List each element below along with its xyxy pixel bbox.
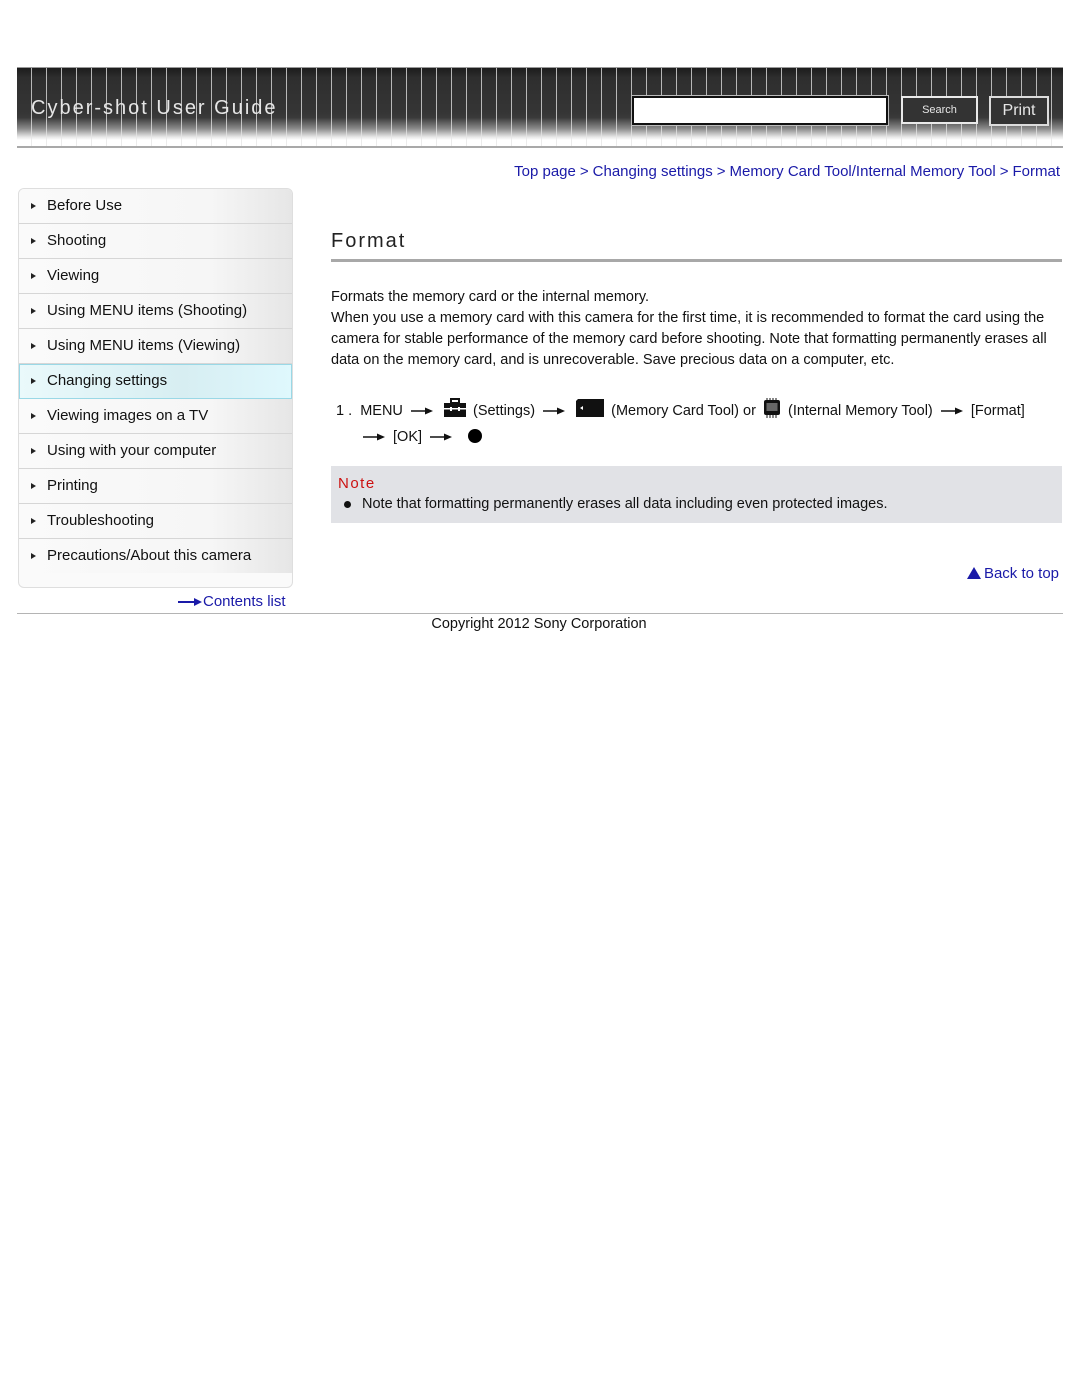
caret-right-icon — [31, 413, 36, 419]
header-banner: Cyber-shot User Guide Search Print — [17, 67, 1063, 148]
back-to-top-link[interactable]: Back to top — [966, 565, 1059, 582]
step-settings: (Settings) — [472, 403, 536, 419]
breadcrumb-changing-settings[interactable]: Changing settings — [593, 163, 713, 180]
contents-list-label: Contents list — [203, 593, 286, 610]
internal-memory-icon — [763, 398, 780, 418]
caret-right-icon — [31, 308, 36, 314]
breadcrumb-format[interactable]: Format — [1012, 163, 1060, 180]
back-to-top-label: Back to top — [983, 565, 1059, 582]
settings-toolbox-icon — [443, 398, 466, 417]
intro-text: Formats the memory card or the internal … — [331, 289, 650, 305]
step-ok: [OK] — [393, 429, 423, 445]
sidebar-item-label: Precautions/About this camera — [47, 547, 252, 564]
step-internal-memory-tool: (Internal Memory Tool) — [787, 403, 933, 419]
arrow-right-icon — [940, 407, 963, 415]
sidebar-item-before-use[interactable]: Before Use — [19, 189, 292, 224]
arrow-right-icon — [178, 598, 202, 607]
sidebar-item-label: Printing — [47, 477, 98, 494]
sidebar-item-label: Shooting — [47, 232, 107, 249]
breadcrumb-separator: > — [579, 163, 589, 180]
breadcrumb-separator: > — [999, 163, 1009, 180]
arrow-right-icon — [410, 407, 433, 415]
page-title: Format — [331, 230, 407, 252]
caret-right-icon — [31, 378, 36, 384]
step-format: [Format] — [970, 403, 1025, 419]
sidebar-item-precautions[interactable]: Precautions/About this camera — [19, 539, 292, 573]
description: Formats the memory card or the internal … — [331, 287, 1061, 371]
title-divider — [331, 259, 1062, 262]
footer-divider — [17, 613, 1063, 614]
note-title: Note — [338, 475, 376, 492]
arrow-right-icon — [543, 407, 566, 415]
caret-right-icon — [31, 203, 36, 209]
sidebar-item-computer[interactable]: Using with your computer — [19, 434, 292, 469]
search-input[interactable] — [631, 95, 889, 126]
sidebar-item-label: Viewing images on a TV — [47, 407, 209, 424]
sidebar-item-viewing-tv[interactable]: Viewing images on a TV — [19, 399, 292, 434]
sidebar-item-troubleshooting[interactable]: Troubleshooting — [19, 504, 292, 539]
breadcrumb-top-page[interactable]: Top page — [514, 163, 576, 180]
memory-card-icon — [576, 399, 605, 417]
sidebar-item-label: Viewing — [47, 267, 100, 284]
sidebar-item-menu-shooting[interactable]: Using MENU items (Shooting) — [19, 294, 292, 329]
contents-list-link[interactable]: Contents list — [178, 593, 286, 610]
caret-right-icon — [31, 238, 36, 244]
copyright: Copyright 2012 Sony Corporation — [431, 616, 647, 632]
sidebar-item-label: Troubleshooting — [47, 512, 155, 529]
print-button[interactable]: Print — [989, 96, 1049, 126]
step-menu: MENU — [360, 403, 403, 419]
sidebar-item-viewing[interactable]: Viewing — [19, 259, 292, 294]
triangle-up-icon — [966, 567, 981, 579]
step-number: 1 . — [336, 403, 353, 419]
sidebar-nav: Before Use Shooting Viewing Using MENU i… — [18, 188, 293, 588]
sidebar-item-label: Using MENU items (Viewing) — [47, 337, 241, 354]
guide-title: Cyber-shot User Guide — [31, 97, 278, 119]
step-memory-card-tool: (Memory Card Tool) or — [611, 403, 756, 419]
center-button-dot-icon — [468, 429, 483, 443]
breadcrumb: Top page > Changing settings > Memory Card T… — [514, 163, 1060, 180]
sidebar-item-label: Before Use — [47, 197, 123, 214]
caret-right-icon — [31, 518, 36, 524]
breadcrumb-memory-tool[interactable]: Memory Card Tool/Internal Memory Tool — [730, 163, 996, 180]
search-button[interactable]: Search — [901, 96, 978, 124]
sidebar-item-changing-settings[interactable]: Changing settings — [19, 364, 292, 399]
sidebar-item-label: Using with your computer — [47, 442, 217, 459]
sidebar-item-label: Changing settings — [47, 372, 168, 389]
bullet-icon — [344, 501, 351, 508]
arrow-right-icon — [363, 433, 385, 441]
note-item: Note that formatting permanently erases … — [362, 496, 888, 512]
procedure-step: 1 . MENU (Settings) (Memory Card Tool) o… — [336, 398, 1061, 450]
sidebar-item-shooting[interactable]: Shooting — [19, 224, 292, 259]
caret-right-icon — [31, 483, 36, 489]
sidebar-item-menu-viewing[interactable]: Using MENU items (Viewing) — [19, 329, 292, 364]
caret-right-icon — [31, 448, 36, 454]
caret-right-icon — [31, 343, 36, 349]
sidebar-item-label: Using MENU items (Shooting) — [47, 302, 248, 319]
arrow-right-icon — [430, 433, 453, 441]
note-box: Note Note that formatting permanently er… — [331, 466, 1062, 523]
description-text: When you use a memory card with this cam… — [331, 310, 1047, 368]
caret-right-icon — [31, 553, 36, 559]
breadcrumb-separator: > — [716, 163, 726, 180]
caret-right-icon — [31, 273, 36, 279]
header-divider — [17, 146, 1063, 148]
sidebar-item-printing[interactable]: Printing — [19, 469, 292, 504]
